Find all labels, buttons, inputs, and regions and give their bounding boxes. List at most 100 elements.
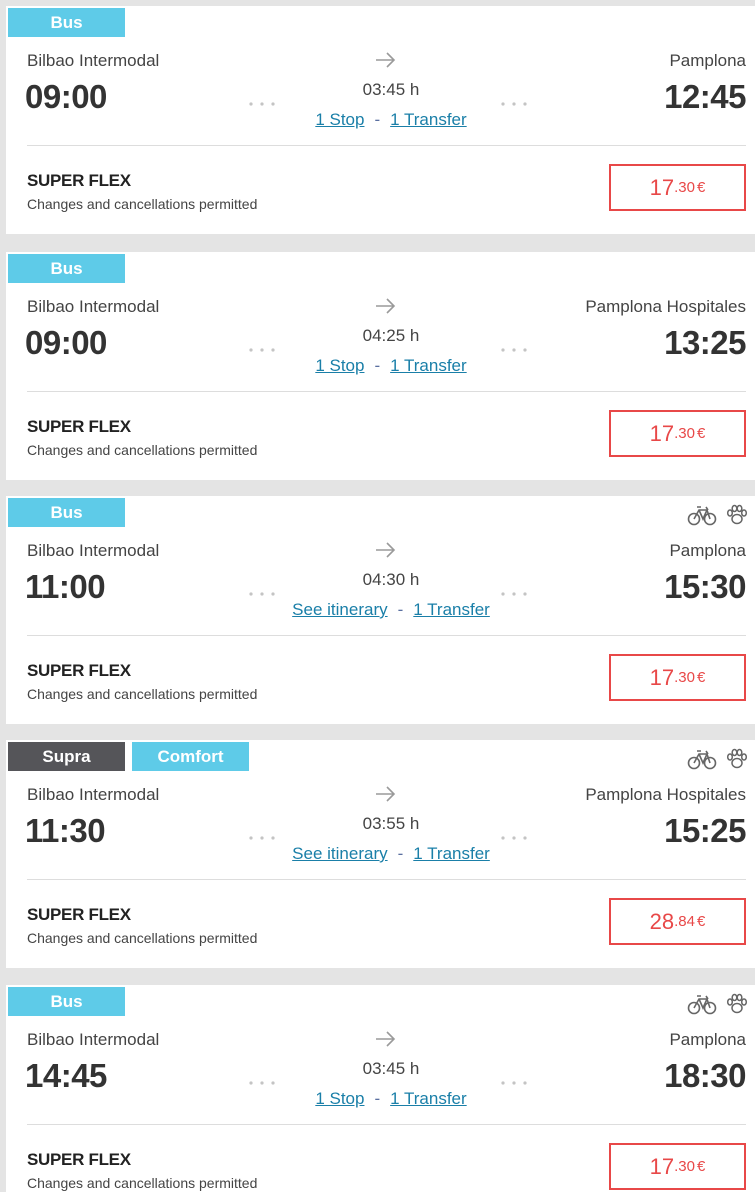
departure-time: 09:00 bbox=[25, 324, 107, 361]
price-button[interactable]: 17.30 € bbox=[609, 164, 746, 211]
fare-name: SUPER FLEX bbox=[27, 661, 131, 680]
pet-paw-icon bbox=[725, 504, 749, 526]
links-separator: - bbox=[397, 600, 404, 619]
price-button[interactable]: 17.30 € bbox=[609, 654, 746, 701]
price-decimal: .30 bbox=[674, 1158, 695, 1175]
origin-station: Bilbao Intermodal bbox=[27, 1030, 160, 1049]
pet-paw-icon bbox=[725, 993, 749, 1015]
divider bbox=[27, 879, 746, 880]
transfer-link[interactable]: 1 Transfer bbox=[390, 1089, 467, 1108]
origin-station: Bilbao Intermodal bbox=[27, 785, 160, 804]
departure-time: 11:00 bbox=[25, 568, 106, 605]
links-separator: - bbox=[374, 1089, 381, 1108]
fare-name: SUPER FLEX bbox=[27, 1150, 131, 1169]
bike-icon bbox=[687, 748, 717, 770]
destination-station: Pamplona bbox=[669, 1030, 746, 1049]
service-badges: Bus bbox=[8, 254, 125, 283]
arrival-time: 12:45 bbox=[664, 78, 746, 115]
journey-duration: 04:30 h bbox=[362, 570, 420, 589]
stops-link[interactable]: See itinerary bbox=[292, 844, 387, 863]
price-currency: € bbox=[697, 425, 706, 442]
journey-card-2[interactable]: Bus Bilbao Intermodal Pamplona Hospitale… bbox=[6, 252, 755, 480]
journey-card-4[interactable]: Supra Comfort Bilbao Intermodal Pamplona … bbox=[6, 740, 755, 968]
price-integer: 17 bbox=[649, 1153, 675, 1179]
stops-link[interactable]: 1 Stop bbox=[315, 356, 364, 375]
badge-bus: Bus bbox=[8, 254, 125, 283]
destination-station: Pamplona Hospitales bbox=[585, 297, 746, 316]
transfer-link[interactable]: 1 Transfer bbox=[390, 110, 467, 129]
fare-description: Changes and cancellations permitted bbox=[27, 686, 258, 702]
arrow-right-icon bbox=[376, 542, 396, 558]
divider bbox=[27, 391, 746, 392]
fare-name: SUPER FLEX bbox=[27, 417, 131, 436]
departure-time: 11:30 bbox=[25, 812, 106, 849]
price-button[interactable]: 17.30 € bbox=[609, 1143, 746, 1190]
transfer-link[interactable]: 1 Transfer bbox=[390, 356, 467, 375]
dots-left-icon bbox=[249, 1081, 275, 1085]
price-decimal: .30 bbox=[674, 179, 695, 196]
dots-right-icon bbox=[501, 592, 527, 596]
dots-right-icon bbox=[501, 102, 527, 106]
amenities bbox=[687, 504, 749, 526]
dots-left-icon bbox=[249, 102, 275, 106]
journey-card-5[interactable]: Bus Bilbao Intermodal Pamplona 14:45 03:… bbox=[6, 985, 755, 1192]
price-integer: 17 bbox=[649, 174, 675, 200]
price-decimal: .30 bbox=[674, 425, 695, 442]
badge-supra: Supra bbox=[8, 742, 125, 771]
arrival-time: 15:30 bbox=[664, 568, 746, 605]
arrival-time: 13:25 bbox=[664, 324, 746, 361]
price-integer: 17 bbox=[649, 420, 675, 446]
journey-duration: 03:55 h bbox=[362, 814, 420, 833]
journey-card-3[interactable]: Bus Bilbao Intermodal Pamplona 11:00 04:… bbox=[6, 496, 755, 724]
arrival-time: 15:25 bbox=[664, 812, 746, 849]
departure-time: 14:45 bbox=[25, 1057, 107, 1094]
price-integer: 28 bbox=[649, 908, 675, 934]
origin-station: Bilbao Intermodal bbox=[27, 51, 160, 70]
journey-duration: 04:25 h bbox=[362, 326, 420, 345]
destination-station: Pamplona bbox=[669, 51, 746, 70]
destination-station: Pamplona Hospitales bbox=[585, 785, 746, 804]
departure-time: 09:00 bbox=[25, 78, 107, 115]
service-badges: Supra Comfort bbox=[8, 742, 249, 771]
stops-link[interactable]: See itinerary bbox=[292, 600, 387, 619]
service-badges: Bus bbox=[8, 8, 125, 37]
dots-left-icon bbox=[249, 348, 275, 352]
origin-station: Bilbao Intermodal bbox=[27, 541, 160, 560]
journey-links: 1 Stop -1 Transfer bbox=[221, 110, 561, 130]
price-decimal: .84 bbox=[674, 913, 695, 930]
price-decimal: .30 bbox=[674, 669, 695, 686]
stops-link[interactable]: 1 Stop bbox=[315, 110, 364, 129]
pet-paw-icon bbox=[725, 748, 749, 770]
journey-results-list: Bus Bilbao Intermodal Pamplona 09:00 03:… bbox=[0, 0, 755, 1192]
amenities bbox=[687, 993, 749, 1015]
fare-description: Changes and cancellations permitted bbox=[27, 196, 258, 212]
fare-name: SUPER FLEX bbox=[27, 171, 131, 190]
transfer-link[interactable]: 1 Transfer bbox=[413, 844, 490, 863]
amenities bbox=[687, 748, 749, 770]
links-separator: - bbox=[374, 356, 381, 375]
journey-links: 1 Stop -1 Transfer bbox=[221, 1089, 561, 1109]
price-currency: € bbox=[697, 913, 706, 930]
arrow-right-icon bbox=[376, 52, 396, 68]
price-currency: € bbox=[697, 1158, 706, 1175]
fare-description: Changes and cancellations permitted bbox=[27, 930, 258, 946]
journey-card-1[interactable]: Bus Bilbao Intermodal Pamplona 09:00 03:… bbox=[6, 6, 755, 234]
links-separator: - bbox=[397, 844, 404, 863]
price-button[interactable]: 28.84 € bbox=[609, 898, 746, 945]
destination-station: Pamplona bbox=[669, 541, 746, 560]
arrow-right-icon bbox=[376, 298, 396, 314]
service-badges: Bus bbox=[8, 987, 125, 1016]
divider bbox=[27, 1124, 746, 1125]
dots-right-icon bbox=[501, 348, 527, 352]
transfer-link[interactable]: 1 Transfer bbox=[413, 600, 490, 619]
service-badges: Bus bbox=[8, 498, 125, 527]
badge-comfort: Comfort bbox=[132, 742, 249, 771]
badge-bus: Bus bbox=[8, 987, 125, 1016]
stops-link[interactable]: 1 Stop bbox=[315, 1089, 364, 1108]
bike-icon bbox=[687, 993, 717, 1015]
links-separator: - bbox=[374, 110, 381, 129]
fare-description: Changes and cancellations permitted bbox=[27, 1175, 258, 1191]
fare-name: SUPER FLEX bbox=[27, 905, 131, 924]
price-button[interactable]: 17.30 € bbox=[609, 410, 746, 457]
dots-left-icon bbox=[249, 836, 275, 840]
